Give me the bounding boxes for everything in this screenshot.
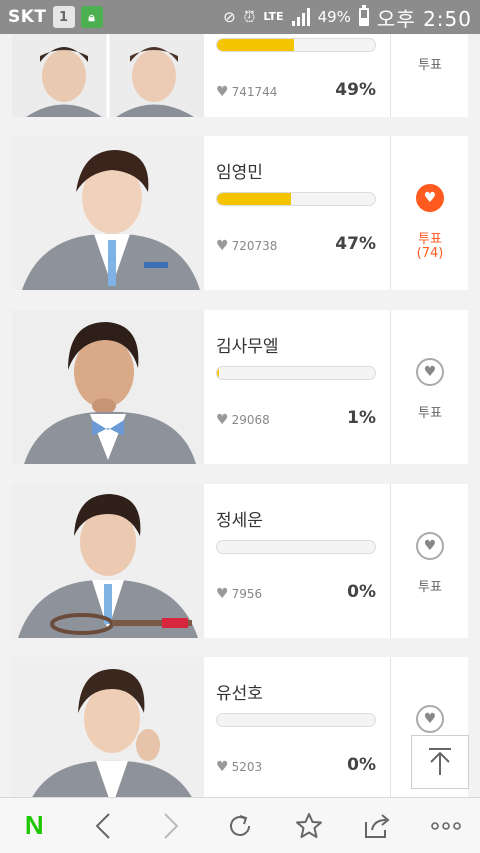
lock-icon: 🔒︎ xyxy=(80,6,103,28)
heart-icon: ♥ xyxy=(216,759,229,775)
vote-column: ♥ 투표 (74) xyxy=(390,136,468,290)
vote-progress-bar xyxy=(216,192,376,206)
signal-icon xyxy=(291,8,310,26)
vote-percent: 0% xyxy=(347,582,376,602)
vote-percent: 47% xyxy=(335,234,376,254)
vote-count: 5203 xyxy=(231,760,263,774)
sim-badge: 1 xyxy=(52,6,75,28)
vote-percent: 1% xyxy=(347,408,376,428)
candidate-card: 임영민 ♥ 720738 47% ♥ 투표 (74) xyxy=(12,136,468,290)
candidate-photo xyxy=(12,310,204,464)
share-icon xyxy=(365,813,390,838)
vote-button-label[interactable]: 투표 xyxy=(391,228,469,247)
back-icon xyxy=(95,812,110,839)
naver-home-icon: N xyxy=(24,810,44,840)
candidate-photo xyxy=(12,34,204,117)
naver-home-button[interactable]: N xyxy=(4,798,64,853)
vote-progress-bar xyxy=(216,713,376,727)
vote-heart-button[interactable]: ♥ xyxy=(416,705,444,733)
vote-button-label[interactable]: 투표 xyxy=(391,402,469,421)
clock: 오후 2:50 xyxy=(376,6,472,31)
heart-icon: ♥ xyxy=(423,711,437,727)
candidate-photo xyxy=(12,657,204,797)
alarm-icon: ⏰︎ xyxy=(243,8,256,26)
vote-heart-button[interactable]: ♥ xyxy=(416,532,444,560)
candidate-name: 임영민 xyxy=(216,163,263,183)
back-button[interactable] xyxy=(73,798,133,853)
vote-button-label[interactable]: 투표 xyxy=(391,54,469,73)
heart-icon: ♥ xyxy=(216,586,229,602)
heart-icon: ♥ xyxy=(216,238,229,254)
vote-heart-button[interactable]: ♥ xyxy=(416,184,444,212)
more-button[interactable] xyxy=(416,798,476,853)
candidate-card: 김사무엘 ♥ 29068 1% ♥ 투표 xyxy=(12,310,468,464)
vote-column: ♥ 투표 xyxy=(390,310,468,464)
carrier-label: SKT xyxy=(8,7,47,27)
vote-progress-bar xyxy=(216,366,376,380)
scroll-to-top-button[interactable] xyxy=(411,735,469,789)
candidate-list[interactable]: ♥ 741744 49% 투표 임영민 ♥ 720738 47% ♥ 투표 (7… xyxy=(0,34,480,797)
forward-button[interactable] xyxy=(141,798,201,853)
network-type: LTE xyxy=(263,10,284,23)
candidate-name: 유선호 xyxy=(216,684,263,704)
forward-icon xyxy=(164,812,179,839)
vote-progress-fill xyxy=(217,193,292,205)
arrow-up-to-top-icon xyxy=(429,748,451,775)
vote-progress-bar xyxy=(216,38,376,52)
browser-bottom-toolbar: N xyxy=(0,797,480,853)
battery-percent: 49% xyxy=(317,8,351,26)
vote-count: 720738 xyxy=(231,239,278,253)
vote-progress-bar xyxy=(216,540,376,554)
heart-icon: ♥ xyxy=(216,412,229,428)
vote-progress-fill xyxy=(217,39,295,51)
vote-column: ♥ 투표 xyxy=(390,484,468,638)
vote-percent: 49% xyxy=(335,80,376,100)
refresh-button[interactable] xyxy=(210,798,270,853)
vote-count: 7956 xyxy=(231,587,263,601)
vote-count: 29068 xyxy=(231,413,270,427)
candidate-card: ♥ 741744 49% 투표 xyxy=(12,34,468,117)
vote-button-label[interactable]: 투표 xyxy=(391,576,469,595)
heart-icon: ♥ xyxy=(216,84,229,100)
mute-icon: ⊘ xyxy=(223,8,236,26)
candidate-card: 정세운 ♥ 7956 0% ♥ 투표 xyxy=(12,484,468,638)
vote-progress-fill xyxy=(217,367,219,379)
heart-icon: ♥ xyxy=(423,538,437,554)
bookmark-button[interactable] xyxy=(279,798,339,853)
battery-icon xyxy=(358,5,369,26)
candidate-name: 정세운 xyxy=(216,511,263,531)
share-button[interactable] xyxy=(347,798,407,853)
candidate-photo xyxy=(12,484,204,638)
more-icon xyxy=(430,821,461,830)
heart-icon: ♥ xyxy=(423,364,437,380)
bookmark-star-icon xyxy=(295,812,322,838)
candidate-photo xyxy=(12,136,204,290)
heart-icon: ♥ xyxy=(423,190,437,206)
candidate-card: 유선호 ♥5203 0% ♥ 투표 xyxy=(12,657,468,797)
status-bar: SKT 1 🔒︎ ⊘ ⏰︎ LTE 49% 오후 2:50 xyxy=(0,0,480,34)
my-vote-count: (74) xyxy=(416,246,444,261)
vote-count: 741744 xyxy=(231,85,278,99)
vote-percent: 0% xyxy=(347,755,376,775)
refresh-icon xyxy=(229,814,250,836)
candidate-name: 김사무엘 xyxy=(216,337,279,357)
vote-column: 투표 xyxy=(390,34,468,117)
vote-heart-button[interactable]: ♥ xyxy=(416,358,444,386)
